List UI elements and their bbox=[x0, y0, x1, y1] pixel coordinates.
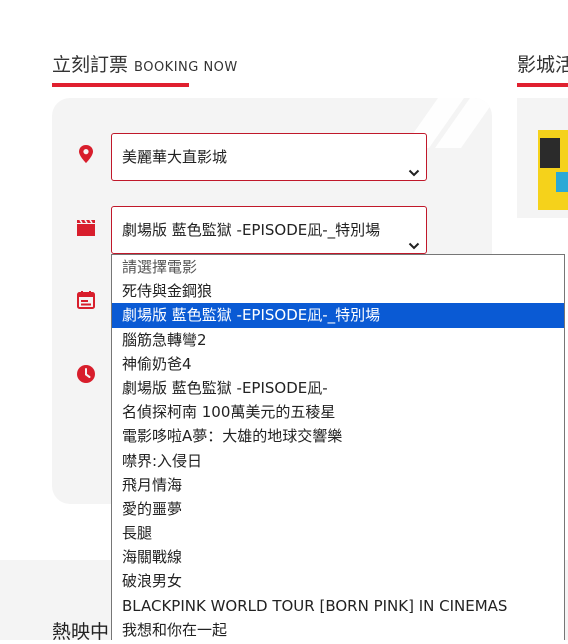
dropdown-option[interactable]: 請選擇電影 bbox=[112, 255, 564, 279]
dropdown-option[interactable]: 海關戰線 bbox=[112, 545, 564, 569]
dropdown-option[interactable]: 名偵探柯南 100萬美元的五稜星 bbox=[112, 400, 564, 424]
calendar-icon bbox=[76, 290, 96, 310]
dropdown-option[interactable]: 飛月情海 bbox=[112, 473, 564, 497]
clapperboard-icon bbox=[76, 218, 96, 238]
movie-dropdown-list[interactable]: 請選擇電影 死侍與金鋼狼 劇場版 藍色監獄 -EPISODE凪-_特別場 腦筋急… bbox=[111, 254, 565, 640]
movie-select[interactable]: 劇場版 藍色監獄 -EPISODE凪-_特別場 bbox=[111, 206, 427, 254]
heading-underline bbox=[52, 83, 189, 87]
chevron-down-icon bbox=[408, 224, 420, 250]
dropdown-option[interactable]: BLACKPINK WORLD TOUR [BORN PINK] IN CINE… bbox=[112, 594, 564, 618]
movie-select-value: 劇場版 藍色監獄 -EPISODE凪-_特別場 bbox=[122, 221, 381, 239]
dropdown-option[interactable]: 我想和你在一起 bbox=[112, 618, 564, 640]
booking-heading-zh: 立刻訂票 bbox=[52, 54, 129, 76]
dropdown-option[interactable]: 愛的噩夢 bbox=[112, 497, 564, 521]
side-heading-underline bbox=[517, 83, 568, 87]
cinema-select-value: 美麗華大直影城 bbox=[122, 148, 228, 166]
cinema-select[interactable]: 美麗華大直影城 bbox=[111, 133, 427, 181]
chevron-down-icon bbox=[408, 151, 420, 177]
dropdown-option[interactable]: 破浪男女 bbox=[112, 569, 564, 593]
clock-icon bbox=[76, 364, 96, 384]
promo-poster-image[interactable] bbox=[538, 130, 568, 210]
dropdown-option[interactable]: 噤界:入侵日 bbox=[112, 449, 564, 473]
dropdown-option[interactable]: 長腿 bbox=[112, 521, 564, 545]
dropdown-option[interactable]: 神偷奶爸4 bbox=[112, 352, 564, 376]
dropdown-option[interactable]: 死侍與金鋼狼 bbox=[112, 279, 564, 303]
booking-heading: 立刻訂票 BOOKING NOW bbox=[52, 50, 238, 77]
poster-graphic bbox=[540, 138, 560, 168]
poster-graphic bbox=[556, 172, 568, 192]
location-pin-icon bbox=[76, 144, 96, 164]
dropdown-option-selected[interactable]: 劇場版 藍色監獄 -EPISODE凪-_特別場 bbox=[112, 303, 564, 328]
dropdown-option[interactable]: 劇場版 藍色監獄 -EPISODE凪- bbox=[112, 376, 564, 400]
dropdown-option[interactable]: 電影哆啦A夢：大雄的地球交響樂 bbox=[112, 424, 564, 448]
dropdown-option[interactable]: 腦筋急轉彎2 bbox=[112, 328, 564, 352]
cinema-activities-heading: 影城活 bbox=[517, 54, 568, 76]
booking-heading-en: BOOKING NOW bbox=[134, 60, 238, 75]
